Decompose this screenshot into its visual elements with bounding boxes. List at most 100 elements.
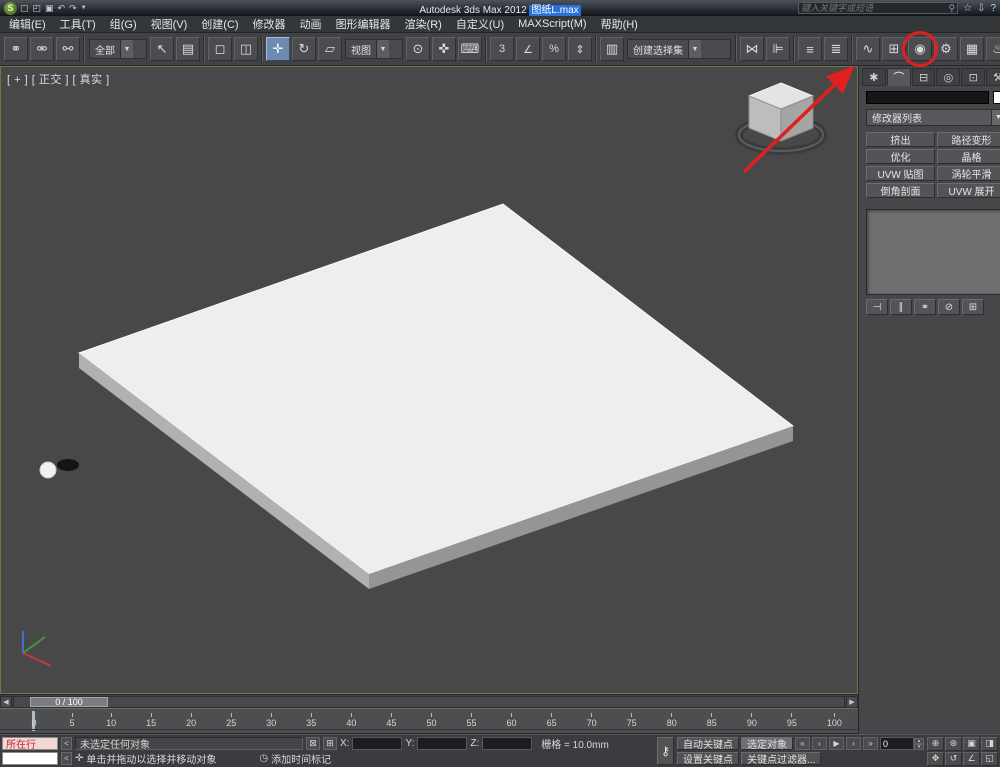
slab-object[interactable] [77, 203, 795, 589]
modifier-list-dropdown[interactable]: 修改器列表 ▼ [866, 109, 1000, 126]
spinner-snap-button[interactable]: ⇕ [568, 37, 592, 61]
x-coordinate-field[interactable] [352, 736, 403, 750]
modifier-preset-button[interactable]: UVW 展开 [937, 183, 1000, 198]
snap-toggle-3d-button[interactable]: 3 [490, 37, 514, 61]
curve-editor-button[interactable]: ∿ [856, 37, 880, 61]
menu-item[interactable]: MAXScript(M) [511, 17, 593, 31]
mirror-button[interactable]: ⋈ [740, 37, 764, 61]
configure-modifier-sets-button[interactable]: ⊞ [962, 299, 984, 315]
open-file-icon[interactable]: ◰ [33, 3, 42, 14]
menu-item[interactable]: 工具(T) [53, 15, 103, 33]
next-frame-icon[interactable]: › [846, 737, 861, 750]
menu-item[interactable]: 帮助(H) [594, 15, 645, 33]
tab-motion[interactable]: ◎ [936, 68, 961, 86]
angle-snap-button[interactable]: ∠ [516, 37, 540, 61]
undo-icon[interactable]: ↶ [58, 3, 66, 14]
slider-left-icon[interactable]: ◀ [0, 695, 12, 708]
maximize-viewport-icon[interactable]: ◱ [981, 751, 998, 766]
menu-item[interactable]: 图形编辑器 [329, 15, 398, 33]
search-icon[interactable]: ⚲ [948, 3, 955, 14]
select-and-rotate-button[interactable]: ↻ [292, 37, 316, 61]
object-name-field[interactable] [866, 91, 989, 104]
orbit-icon[interactable]: ↺ [945, 751, 962, 766]
bind-to-space-warp-button[interactable]: ⚯ [56, 37, 80, 61]
modifier-stack-list[interactable] [866, 209, 1000, 295]
select-and-scale-button[interactable]: ▱ [318, 37, 342, 61]
time-tag-group[interactable]: ◷ 添加时间标记 [259, 751, 331, 766]
viewcube[interactable] [735, 82, 827, 155]
set-key-toggle-button[interactable]: ⚷ [657, 737, 674, 765]
helper-objects[interactable] [39, 459, 79, 479]
layer-manager-button[interactable]: ≡ [798, 37, 822, 61]
help-icon[interactable]: ? [990, 3, 996, 14]
menu-item[interactable]: 修改器 [246, 15, 293, 33]
tab-create[interactable]: ✱ [862, 68, 886, 86]
menu-item[interactable]: 渲染(R) [398, 15, 449, 33]
percent-snap-button[interactable]: % [542, 37, 566, 61]
select-and-link-button[interactable]: ⚭ [4, 37, 28, 61]
y-coordinate-field[interactable] [417, 736, 468, 750]
modifier-preset-button[interactable]: UVW 贴图 [866, 166, 935, 181]
save-icon[interactable]: ▣ [45, 3, 54, 14]
zoom-extents-all-icon[interactable]: ◨ [981, 736, 998, 751]
select-by-name-button[interactable]: ▤ [176, 37, 200, 61]
favorites-icon[interactable]: ☆ [963, 3, 972, 14]
object-color-swatch[interactable] [993, 91, 1000, 104]
time-slider-track[interactable]: 0 / 100 [13, 695, 845, 708]
schematic-view-button[interactable]: ⊞ [882, 37, 906, 61]
tab-utilities[interactable]: ⚒ [986, 68, 1000, 86]
updates-icon[interactable]: ⇩ [977, 3, 985, 14]
set-key-button[interactable]: 设置关键点 [677, 752, 739, 766]
zoom-all-icon[interactable]: ⊛ [945, 736, 962, 751]
maxscript-mini-listener[interactable] [2, 752, 58, 766]
current-frame-field[interactable] [880, 737, 914, 750]
select-and-manipulate-button[interactable]: ✜ [432, 37, 456, 61]
edit-named-selections-button[interactable]: ▥ [600, 37, 624, 61]
viewport-perspective[interactable]: [ + ] [ 正交 ] [ 真实 ] [0, 66, 858, 694]
menu-item[interactable]: 创建(C) [194, 15, 245, 33]
auto-key-button[interactable]: 自动关键点 [677, 737, 739, 751]
selection-region-button[interactable]: ◻ [208, 37, 232, 61]
use-pivot-center-button[interactable]: ⊙ [406, 37, 430, 61]
select-object-button[interactable]: ↖ [150, 37, 174, 61]
z-coordinate-field[interactable] [482, 736, 533, 750]
show-end-result-button[interactable]: ∥ [890, 299, 912, 315]
qat-dropdown-icon[interactable]: ▼ [81, 5, 87, 11]
previous-frame-icon[interactable]: ‹ [812, 737, 827, 750]
modifier-preset-button[interactable]: 晶格 [937, 149, 1000, 164]
named-selection-set-dropdown[interactable]: 创建选择集 ▼ [627, 39, 731, 59]
play-icon[interactable]: ▶ [829, 737, 844, 750]
tab-modify[interactable]: ⌒ [886, 68, 911, 86]
modifier-preset-button[interactable]: 挤出 [866, 132, 935, 147]
window-crossing-button[interactable]: ◫ [234, 37, 258, 61]
lock-selection-icon[interactable]: ⊠ [306, 736, 320, 750]
spinner-down-icon[interactable]: ▾ [914, 743, 924, 750]
goto-start-icon[interactable]: « [795, 737, 810, 750]
time-slider-handle[interactable]: 0 / 100 [30, 696, 108, 707]
tab-hierarchy[interactable]: ⊟ [911, 68, 936, 86]
align-button[interactable]: ⊫ [766, 37, 790, 61]
track-bar[interactable]: 0 5 10 15 20 25 30 35 40 45 50 55 60 65 70 75 80 85 90 95 10… [0, 708, 858, 734]
selection-filter-dropdown[interactable]: 全部 ▼ [89, 39, 147, 59]
selected-filter-dropdown[interactable]: 选定对象 [741, 737, 793, 751]
keyboard-override-button[interactable]: ⌨ [458, 37, 482, 61]
modifier-preset-button[interactable]: 优化 [866, 149, 935, 164]
render-setup-button[interactable]: ⚙ [934, 37, 958, 61]
make-unique-button[interactable]: ⚭ [914, 299, 936, 315]
remove-modifier-button[interactable]: ⊘ [938, 299, 960, 315]
select-and-move-button[interactable]: ✛ [266, 37, 290, 61]
reference-coordinate-dropdown[interactable]: 视图 ▼ [345, 39, 403, 59]
pan-icon[interactable]: ✥ [927, 751, 944, 766]
menu-item[interactable]: 组(G) [103, 15, 144, 33]
menu-item[interactable]: 视图(V) [144, 15, 195, 33]
viewport-label-menu[interactable]: [ + ] [ 正交 ] [ 真实 ] [7, 71, 110, 87]
tab-display[interactable]: ⊡ [961, 68, 986, 86]
key-filters-button[interactable]: 关键点过滤器... [741, 752, 822, 766]
pin-stack-button[interactable]: ⊣ [866, 299, 888, 315]
zoom-extents-icon[interactable]: ▣ [963, 736, 980, 751]
redo-icon[interactable]: ↷ [69, 3, 77, 14]
menu-item[interactable]: 编辑(E) [2, 15, 53, 33]
rendered-frame-window-button[interactable]: ▦ [960, 37, 984, 61]
render-production-button[interactable]: ♨ [986, 37, 1000, 61]
modifier-preset-button[interactable]: 倒角剖面 [866, 183, 935, 198]
